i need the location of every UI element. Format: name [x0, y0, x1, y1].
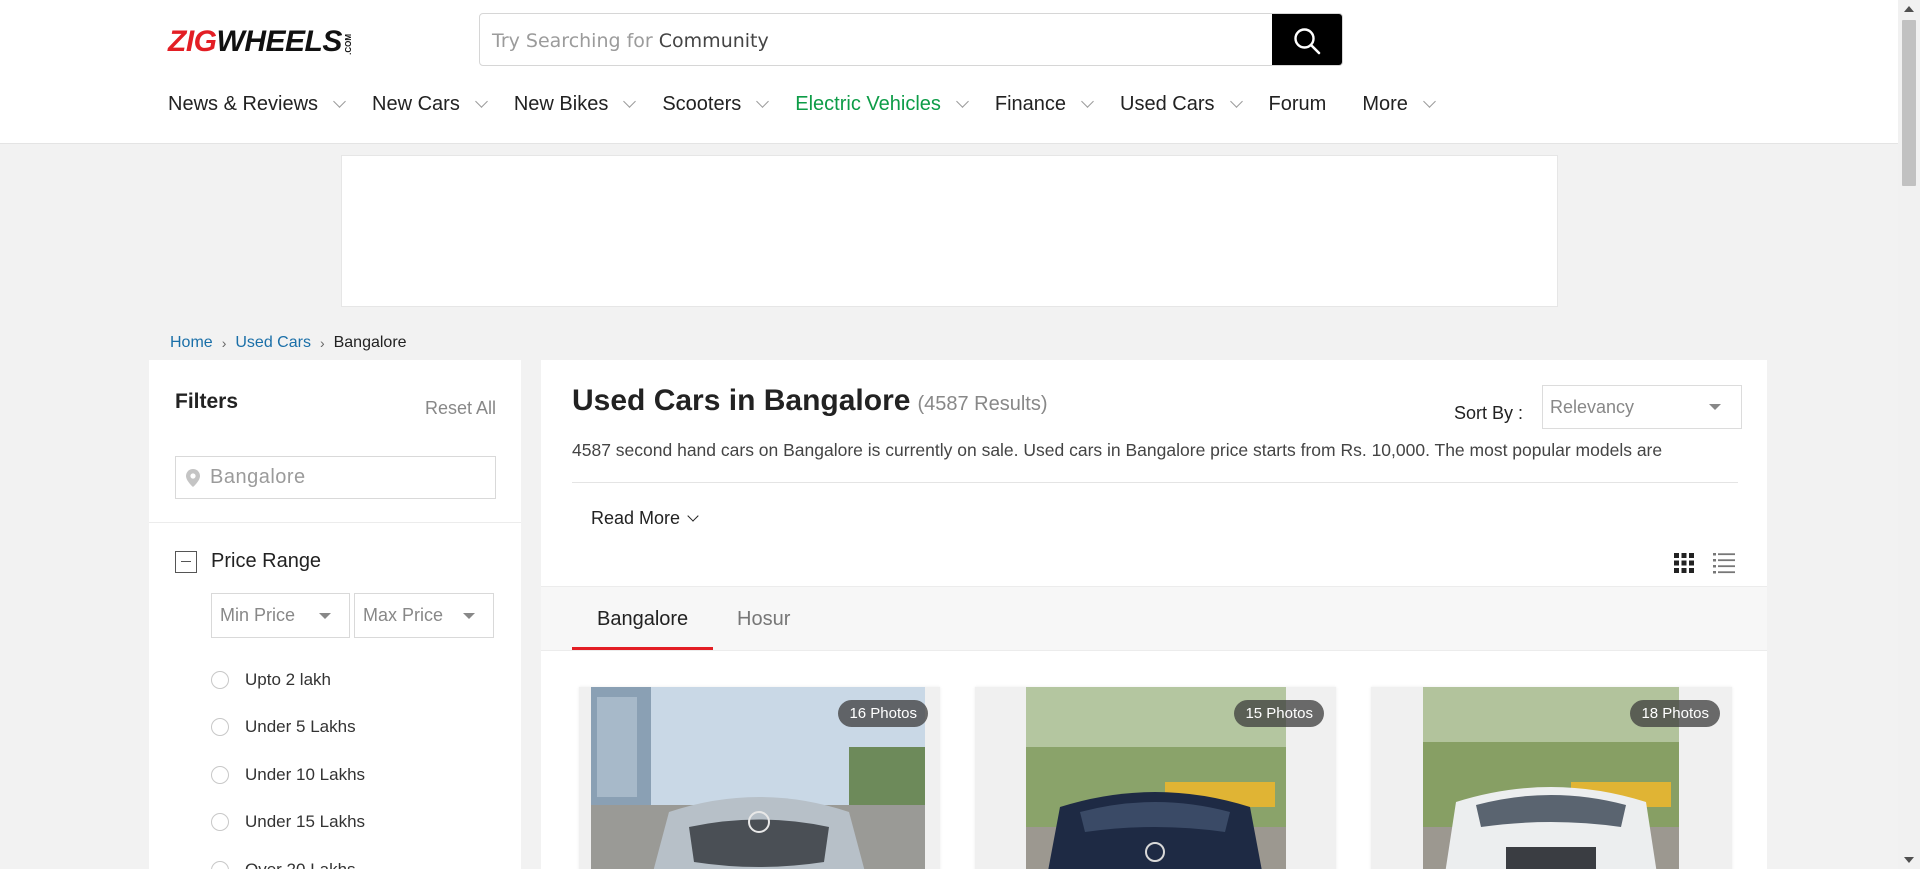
- search-box[interactable]: Try Searching for Community: [479, 13, 1343, 66]
- price-option[interactable]: Upto 2 lakh: [211, 656, 365, 704]
- search-button[interactable]: [1272, 14, 1342, 65]
- car-card[interactable]: 15 Photos: [975, 687, 1336, 869]
- radio-button[interactable]: [211, 813, 229, 832]
- list-view-icon[interactable]: [1713, 552, 1735, 574]
- filters-title: Filters: [175, 390, 239, 413]
- chevron-down-icon: [687, 510, 699, 522]
- zigwheels-logo[interactable]: ZIGWHEELS .COM: [168, 26, 353, 58]
- nav-more[interactable]: More: [1362, 93, 1436, 116]
- page-title: Used Cars in Bangalore (4587 Results): [572, 384, 1048, 417]
- search-placeholder: Try Searching for: [492, 30, 653, 52]
- divider: [572, 482, 1738, 483]
- chevron-down-icon: [1229, 94, 1243, 108]
- site-header: ZIGWHEELS .COM Try Searching for Communi…: [0, 0, 1898, 144]
- car-card[interactable]: 16 Photos: [579, 687, 940, 869]
- main-nav: News & Reviews New Cars New Bikes Scoote…: [168, 92, 1462, 116]
- caret-down-icon: [463, 612, 475, 619]
- results-description: 4587 second hand cars on Bangalore is cu…: [572, 440, 1663, 460]
- active-tab-indicator: [572, 647, 713, 650]
- nav-new-cars[interactable]: New Cars: [372, 93, 488, 116]
- breadcrumb-separator: ›: [221, 335, 227, 351]
- sort-label: Sort By :: [1454, 403, 1524, 423]
- radio-button[interactable]: [211, 670, 229, 689]
- caret-down-icon: [1709, 404, 1721, 410]
- chevron-down-icon: [1081, 94, 1094, 108]
- read-more-button[interactable]: Read More: [591, 508, 699, 529]
- location-input[interactable]: Bangalore: [175, 456, 496, 499]
- search-input[interactable]: Try Searching for Community: [492, 30, 769, 52]
- max-price-select[interactable]: Max Price: [354, 593, 494, 638]
- chevron-down-icon: [1423, 94, 1436, 108]
- radio-button[interactable]: [211, 765, 229, 784]
- tab-bangalore[interactable]: Bangalore: [597, 608, 688, 631]
- nav-news-reviews[interactable]: News & Reviews: [168, 93, 346, 116]
- reset-all-link[interactable]: Reset All: [425, 398, 496, 419]
- scroll-up-arrow-icon[interactable]: [1904, 6, 1914, 12]
- breadcrumb-separator: ›: [319, 335, 325, 351]
- city-tabs: Bangalore Hosur: [541, 586, 1767, 651]
- chevron-down-icon: [333, 94, 346, 108]
- nav-new-bikes[interactable]: New Bikes: [514, 93, 637, 116]
- photo-count-badge: 16 Photos: [838, 700, 928, 727]
- chevron-down-icon: [956, 94, 969, 108]
- location-value: Bangalore: [210, 466, 306, 488]
- nav-finance[interactable]: Finance: [995, 93, 1094, 116]
- results-count: (4587 Results): [917, 393, 1048, 415]
- scroll-thumb[interactable]: [1902, 20, 1916, 186]
- radio-button[interactable]: [211, 860, 229, 869]
- breadcrumb-home[interactable]: Home: [170, 334, 213, 352]
- nav-forum[interactable]: Forum: [1269, 93, 1327, 116]
- chevron-down-icon: [623, 94, 637, 108]
- nav-electric-vehicles[interactable]: Electric Vehicles: [795, 93, 969, 116]
- price-range-header[interactable]: Price Range: [175, 550, 321, 573]
- divider: [149, 522, 521, 523]
- caret-down-icon: [319, 612, 331, 619]
- scroll-down-arrow-icon[interactable]: [1904, 857, 1914, 863]
- photo-count-badge: 18 Photos: [1630, 700, 1720, 727]
- price-option[interactable]: Under 5 Lakhs: [211, 704, 365, 752]
- chevron-down-icon: [474, 94, 488, 108]
- nav-used-cars[interactable]: Used Cars: [1120, 93, 1243, 116]
- grid-view-icon[interactable]: [1674, 553, 1694, 573]
- breadcrumb-current: Bangalore: [333, 334, 407, 351]
- car-card[interactable]: 18 Photos: [1371, 687, 1732, 869]
- breadcrumb: Home › Used Cars › Bangalore: [170, 334, 407, 352]
- ad-banner: [341, 155, 1558, 307]
- results-panel: Used Cars in Bangalore (4587 Results) So…: [541, 360, 1767, 869]
- location-pin-icon: [186, 468, 200, 487]
- price-option[interactable]: Over 20 Lakhs: [211, 846, 365, 869]
- sort-select[interactable]: Relevancy: [1542, 385, 1742, 429]
- tab-hosur[interactable]: Hosur: [737, 608, 790, 631]
- min-price-select[interactable]: Min Price: [211, 593, 350, 638]
- price-options: Upto 2 lakh Under 5 Lakhs Under 10 Lakhs…: [211, 656, 365, 869]
- chevron-down-icon: [756, 94, 770, 108]
- price-option[interactable]: Under 15 Lakhs: [211, 799, 365, 847]
- search-suggestion: Community: [658, 30, 769, 52]
- collapse-icon[interactable]: [175, 550, 197, 573]
- nav-scooters[interactable]: Scooters: [662, 93, 770, 116]
- price-range-label: Price Range: [211, 550, 322, 572]
- search-icon: [1294, 27, 1321, 54]
- breadcrumb-used-cars[interactable]: Used Cars: [235, 334, 311, 352]
- radio-button[interactable]: [211, 718, 229, 737]
- photo-count-badge: 15 Photos: [1234, 700, 1324, 727]
- filters-panel: Filters Reset All Bangalore Price Range …: [149, 360, 521, 869]
- page-scrollbar[interactable]: [1898, 0, 1920, 869]
- price-option[interactable]: Under 10 Lakhs: [211, 751, 365, 799]
